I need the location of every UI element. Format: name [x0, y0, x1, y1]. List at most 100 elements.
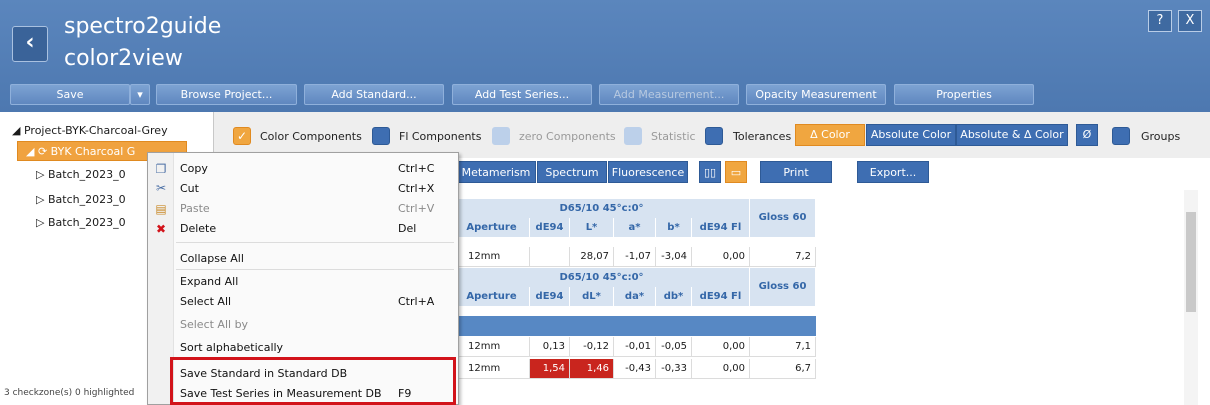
col-header: b* [656, 218, 692, 237]
empty-set-toggle[interactable]: Ø [1076, 124, 1098, 146]
print-button[interactable]: Print [760, 161, 832, 183]
delete-icon: ✖ [155, 222, 167, 236]
col-header: dE94 [530, 287, 570, 306]
tree-batch-item[interactable]: ▷ Batch_2023_0 [36, 216, 126, 229]
menu-item-copy[interactable]: Copy [180, 162, 208, 175]
menu-item-select-all[interactable]: Select All [180, 295, 231, 308]
shortcut: Del [398, 222, 417, 235]
split-horizontal-icon[interactable]: ▭ [725, 161, 747, 183]
batch-label: Batch_2023_0 [47, 216, 126, 229]
spectrum-tab[interactable]: Spectrum [537, 161, 607, 183]
cell: 7,2 [750, 247, 816, 267]
col-header: Aperture [454, 218, 530, 237]
delta-color-toggle[interactable]: Δ Color [795, 124, 865, 146]
menu-item-collapse-all[interactable]: Collapse All [180, 252, 244, 265]
col-header: dE94 Fl [692, 287, 750, 306]
help-button[interactable]: ? [1148, 10, 1172, 32]
properties-button[interactable]: Properties [894, 84, 1034, 105]
col-header: db* [656, 287, 692, 306]
batch-label: Batch_2023_0 [47, 168, 126, 181]
illuminant-header: D65/10 45°c:0° [454, 199, 750, 218]
close-button[interactable]: X [1178, 10, 1202, 32]
add-test-series-button[interactable]: Add Test Series... [452, 84, 592, 105]
cell: 12mm [454, 359, 530, 379]
fl-components-checkbox[interactable] [372, 127, 390, 145]
split-vertical-icon[interactable]: ▯▯ [699, 161, 721, 183]
back-arrow-icon[interactable]: ‹ [12, 26, 48, 62]
fl-components-label: Fl Components [399, 130, 482, 143]
menu-item-expand-all[interactable]: Expand All [180, 275, 238, 288]
col-header: Aperture [454, 287, 530, 306]
tolerances-label: Tolerances [733, 130, 792, 143]
color-components-checkbox[interactable]: ✓ [233, 127, 251, 145]
shortcut: Ctrl+A [398, 295, 435, 308]
cell: -3,04 [656, 247, 692, 267]
zero-components-checkbox[interactable] [492, 127, 510, 145]
col-header: dE94 [530, 218, 570, 237]
annotation-highlight-box [170, 357, 456, 405]
menu-separator [176, 242, 454, 243]
tolerances-checkbox[interactable] [705, 127, 723, 145]
scroll-thumb[interactable] [1186, 212, 1196, 312]
cell: -0,33 [656, 359, 692, 379]
cell: 7,1 [750, 337, 816, 357]
export-button[interactable]: Export... [857, 161, 929, 183]
cell: -0,12 [570, 337, 614, 357]
shortcut: Ctrl+C [398, 162, 435, 175]
cell-out-of-tolerance: 1,54 [530, 359, 570, 379]
menu-item-paste[interactable]: Paste [180, 202, 210, 215]
cell: -0,05 [656, 337, 692, 357]
menu-item-delete[interactable]: Delete [180, 222, 216, 235]
opacity-measurement-button[interactable]: Opacity Measurement [746, 84, 886, 105]
browse-project-button[interactable]: Browse Project... [156, 84, 297, 105]
save-button[interactable]: Save [10, 84, 130, 105]
save-dropdown-chevron-icon[interactable]: ▾ [130, 84, 150, 105]
app-subtitle: color2view [64, 46, 183, 71]
copy-icon: ❐ [155, 162, 167, 176]
menu-item-sort-alphabetically[interactable]: Sort alphabetically [180, 341, 283, 354]
cell: 0,13 [530, 337, 570, 357]
batch-label: Batch_2023_0 [47, 193, 126, 206]
color-components-label: Color Components [260, 130, 362, 143]
statistic-checkbox[interactable] [624, 127, 642, 145]
groups-label: Groups [1141, 130, 1181, 143]
gloss-header: Gloss 60 [750, 199, 816, 237]
cell-out-of-tolerance: 1,46 [570, 359, 614, 379]
statistic-label: Statistic [651, 130, 696, 143]
cell: 12mm [454, 247, 530, 267]
groups-checkbox[interactable] [1112, 127, 1130, 145]
cell [530, 247, 570, 267]
cell: 0,00 [692, 359, 750, 379]
tree-batch-item[interactable]: ▷ Batch_2023_0 [36, 193, 126, 206]
menu-separator [176, 269, 454, 270]
cut-icon: ✂ [155, 181, 167, 195]
standard-name: BYK Charcoal G [50, 145, 136, 158]
absolute-color-toggle[interactable]: Absolute Color [866, 124, 956, 146]
cell: -1,07 [614, 247, 656, 267]
shortcut: Ctrl+X [398, 182, 435, 195]
illuminant-header: D65/10 45°c:0° [454, 268, 750, 287]
zero-components-label: zero Components [519, 130, 616, 143]
menu-item-cut[interactable]: Cut [180, 182, 199, 195]
col-header: a* [614, 218, 656, 237]
cell: -0,01 [614, 337, 656, 357]
add-measurement-button[interactable]: Add Measurement... [599, 84, 739, 105]
app-title: spectro2guide [64, 14, 222, 39]
vertical-scrollbar[interactable] [1184, 190, 1198, 405]
tree-batch-item[interactable]: ▷ Batch_2023_0 [36, 168, 126, 181]
add-standard-button[interactable]: Add Standard... [304, 84, 444, 105]
status-text: 3 checkzone(s) 0 highlighted [4, 388, 135, 398]
cell: 6,7 [750, 359, 816, 379]
absolute-delta-color-toggle[interactable]: Absolute & Δ Color [956, 124, 1068, 146]
cell: 0,00 [692, 247, 750, 267]
metamerism-tab[interactable]: Metamerism [456, 161, 536, 183]
cell: -0,43 [614, 359, 656, 379]
paste-icon: ▤ [155, 202, 167, 216]
menu-item-select-all-by[interactable]: Select All by [180, 318, 248, 331]
standard-group-band [454, 316, 816, 336]
fluorescence-tab[interactable]: Fluorescence [608, 161, 688, 183]
tree-project-item[interactable]: ◢ Project-BYK-Charcoal-Grey [12, 124, 168, 137]
cell: 12mm [454, 337, 530, 357]
shortcut: Ctrl+V [398, 202, 435, 215]
cell: 28,07 [570, 247, 614, 267]
